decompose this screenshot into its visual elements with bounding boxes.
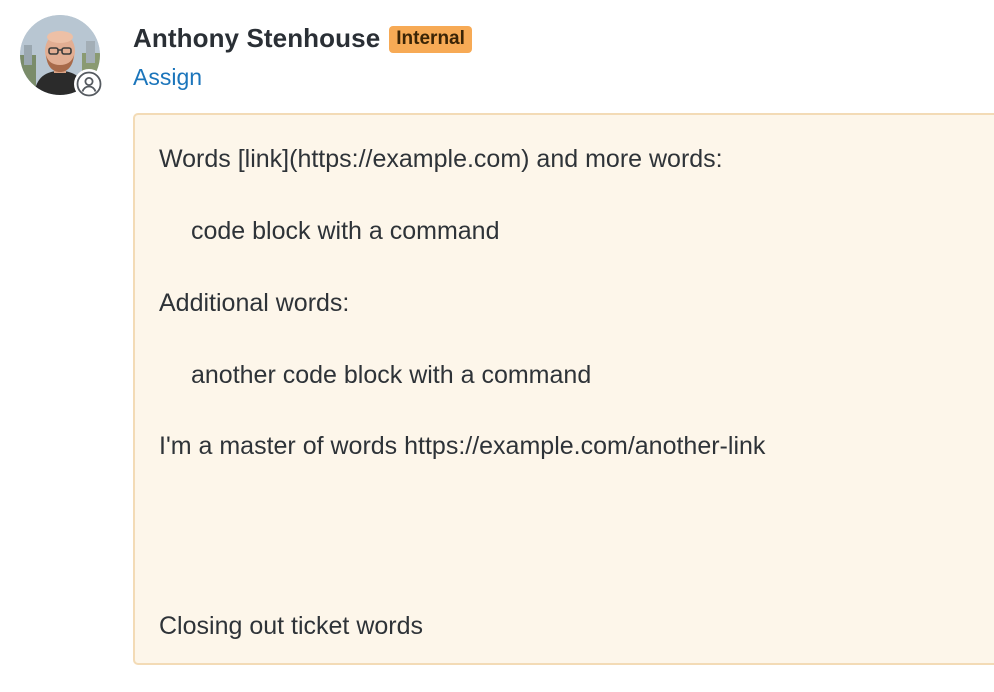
author-name: Anthony Stenhouse	[133, 22, 381, 53]
note-paragraph: Words [link](https://example.com) and mo…	[159, 145, 723, 173]
note-paragraph: I'm a master of words https://example.co…	[159, 432, 766, 460]
person-outline-icon	[76, 71, 102, 97]
internal-badge: Internal	[389, 25, 472, 53]
internal-note-body: Words [link](https://example.com) and mo…	[133, 113, 994, 665]
note-paragraph: Closing out ticket words	[159, 612, 424, 640]
assign-link[interactable]: Assign	[133, 64, 202, 91]
avatar-container	[20, 15, 104, 99]
code-block: another code block with a command	[191, 361, 592, 389]
status-badge[interactable]	[74, 69, 104, 99]
note-header: Anthony Stenhouse Internal	[133, 18, 472, 58]
code-block: code block with a command	[191, 217, 500, 245]
note-paragraph: Additional words:	[159, 289, 350, 317]
